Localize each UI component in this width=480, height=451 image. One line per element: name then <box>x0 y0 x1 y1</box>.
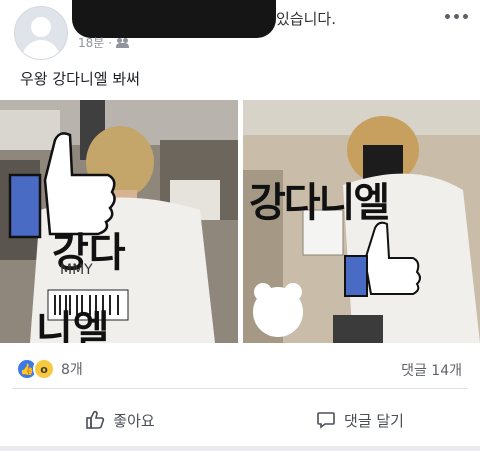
reaction-count: 8개 <box>61 362 83 378</box>
thumbs-up-icon <box>86 410 105 429</box>
reaction-summary[interactable]: 👍 o 8개 <box>16 358 83 380</box>
drawn-text-bottom: 니엘 <box>36 308 110 343</box>
post-caption: 우왕 강다니엘 봐써 <box>20 70 140 88</box>
shirt-print: MMY <box>60 262 93 278</box>
more-icon[interactable] <box>445 14 468 19</box>
post-timestamp[interactable]: 18분 · <box>78 34 130 51</box>
avatar[interactable] <box>14 6 68 60</box>
comment-icon <box>317 412 335 429</box>
action-bar: 좋아요 댓글 달기 <box>0 396 480 444</box>
timestamp-label: 18분 · <box>78 36 112 50</box>
wow-reaction-icon: o <box>33 358 55 380</box>
default-avatar-icon <box>31 17 51 37</box>
section-divider <box>0 446 480 451</box>
comment-button-label: 댓글 달기 <box>344 411 404 430</box>
avatar-body <box>22 40 60 59</box>
photo-left[interactable]: 강다 MMY 니엘 <box>0 100 238 343</box>
photo-right[interactable]: 강다니엘 <box>243 100 480 343</box>
comment-button[interactable]: 댓글 달기 <box>240 396 480 444</box>
drawn-text-right: 강다니엘 <box>249 180 390 226</box>
friends-icon <box>115 37 130 48</box>
redacted-name <box>72 0 276 38</box>
divider <box>12 388 468 389</box>
like-button[interactable]: 좋아요 <box>0 396 240 444</box>
like-button-label: 좋아요 <box>113 411 155 430</box>
post-header-text: 있습니다. <box>276 10 336 28</box>
comment-count[interactable]: 댓글 14개 <box>401 360 462 380</box>
